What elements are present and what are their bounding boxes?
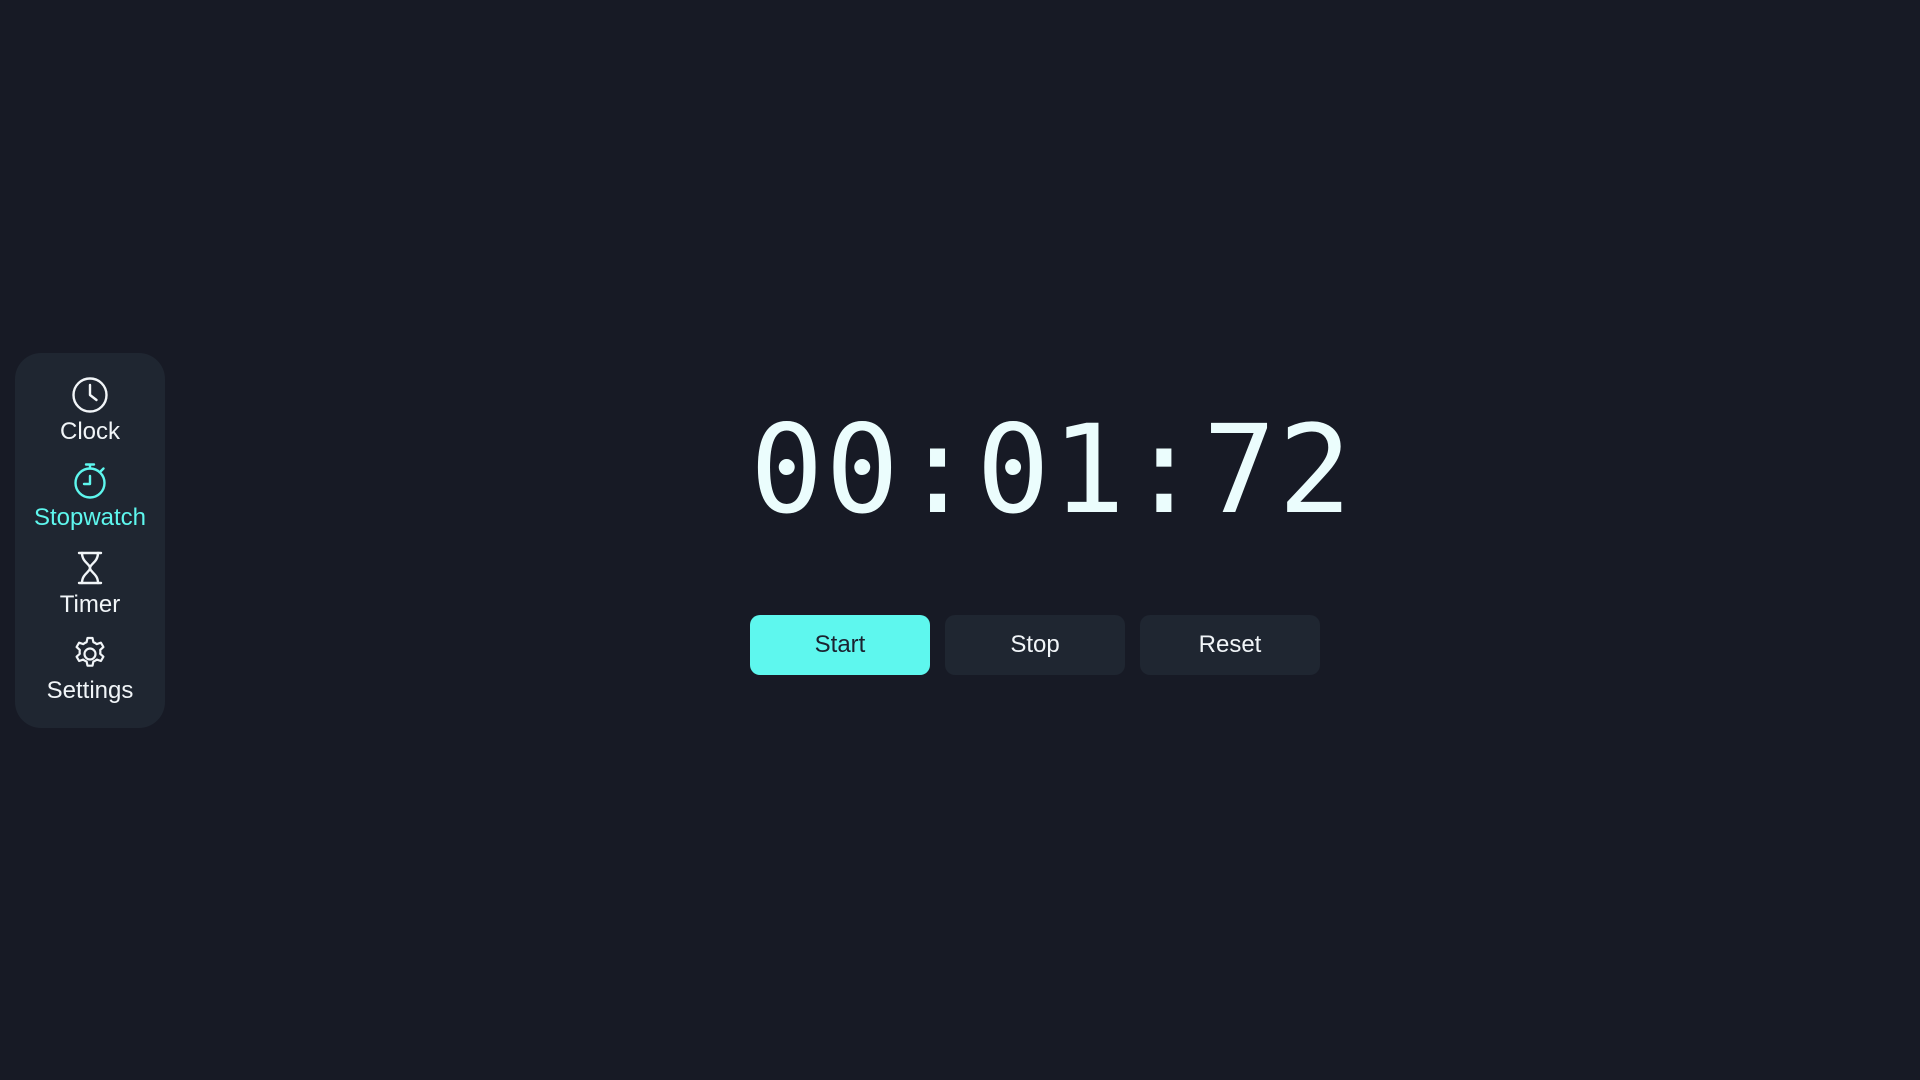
gear-icon [70, 634, 110, 674]
stopwatch-icon [70, 461, 110, 501]
clock-icon [70, 375, 110, 415]
stopwatch-display: 00:01:72 [750, 399, 1354, 541]
sidebar-item-label: Stopwatch [33, 504, 147, 532]
stopwatch-panel: 00:01:72 Start Stop Reset [750, 399, 1354, 675]
sidebar-item-stopwatch[interactable]: Stopwatch [15, 461, 165, 533]
stop-button[interactable]: Stop [945, 615, 1125, 675]
stopwatch-controls: Start Stop Reset [750, 615, 1320, 675]
sidebar-item-settings[interactable]: Settings [15, 634, 165, 706]
sidebar-item-timer[interactable]: Timer [15, 548, 165, 620]
sidebar-item-label: Clock [59, 418, 120, 446]
hourglass-icon [70, 548, 110, 588]
start-button[interactable]: Start [750, 615, 930, 675]
sidebar-item-label: Settings [46, 676, 134, 704]
reset-button[interactable]: Reset [1140, 615, 1320, 675]
sidebar-item-label: Timer [59, 590, 121, 618]
sidebar-item-clock[interactable]: Clock [15, 375, 165, 447]
app-window: Clock Stopwatch Timer Settings 00:01:72 … [0, 0, 1920, 1080]
sidebar: Clock Stopwatch Timer Settings [15, 353, 165, 728]
